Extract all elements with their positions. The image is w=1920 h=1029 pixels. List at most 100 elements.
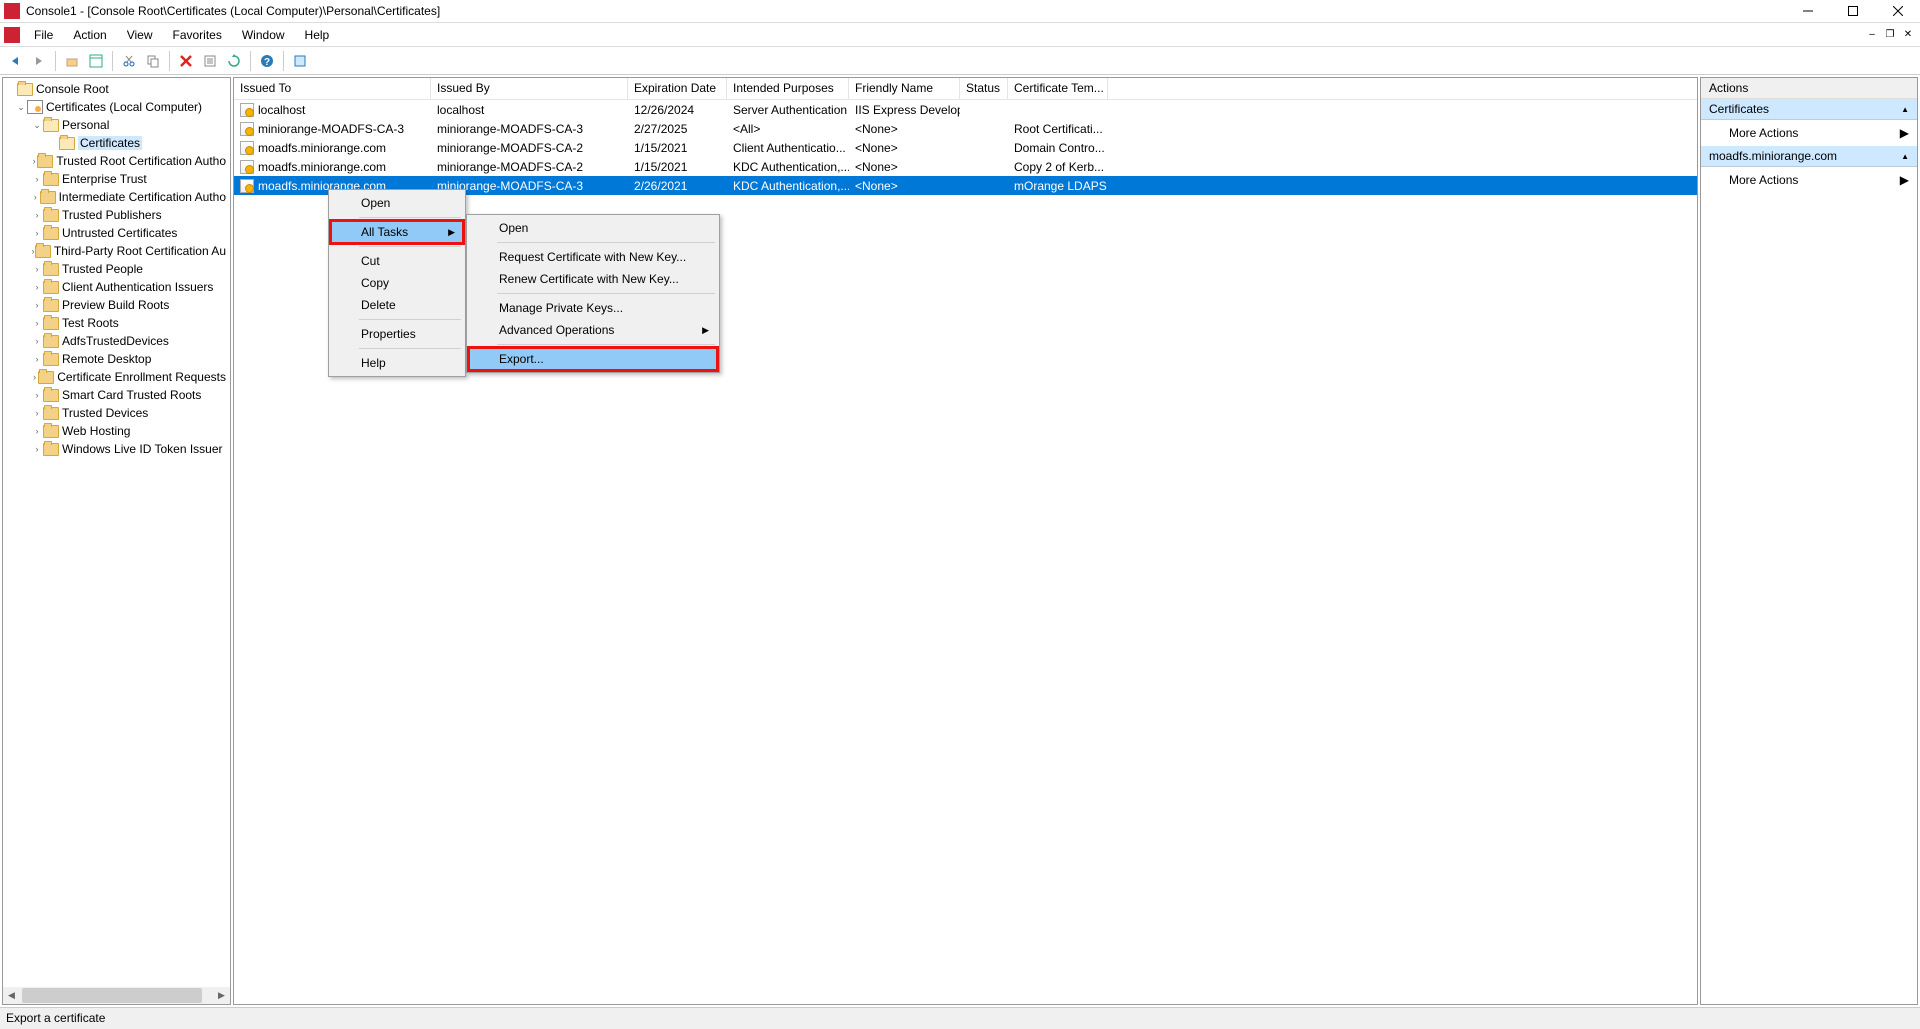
show-hide-button[interactable] [85,50,107,72]
actions-section-selected[interactable]: moadfs.miniorange.com▲ [1701,146,1917,167]
menu-favorites[interactable]: Favorites [163,26,232,44]
sm-export[interactable]: Export... [469,348,717,370]
cm-copy[interactable]: Copy [331,272,463,294]
actions-more-certificates[interactable]: More Actions▶ [1701,122,1917,144]
certificate-row[interactable]: moadfs.miniorange.comminiorange-MOADFS-C… [234,138,1697,157]
cell-purpose: KDC Authentication,... [733,179,849,193]
cell-friendly: <None> [855,122,898,136]
tree-item[interactable]: ›Web Hosting [3,422,230,440]
certificate-row[interactable]: miniorange-MOADFS-CA-3miniorange-MOADFS-… [234,119,1697,138]
collapse-icon: ▲ [1901,105,1909,114]
certificate-icon [240,179,254,193]
certificate-row[interactable]: moadfs.miniorange.comminiorange-MOADFS-C… [234,157,1697,176]
tree-certificates-local[interactable]: ⌄ Certificates (Local Computer) [3,98,230,116]
sm-request[interactable]: Request Certificate with New Key... [469,246,717,268]
tree-item[interactable]: ›Trusted People [3,260,230,278]
tree-label: Untrusted Certificates [62,226,177,240]
properties-button[interactable] [199,50,221,72]
cell-tmpl: mOrange LDAPS [1014,179,1107,193]
tree-pane[interactable]: Console Root ⌄ Certificates (Local Compu… [2,77,231,1005]
cell-tmpl: Copy 2 of Kerb... [1014,160,1104,174]
tree-item[interactable]: ›Certificate Enrollment Requests [3,368,230,386]
col-issued-by[interactable]: Issued By [431,78,628,99]
folder-icon [43,335,59,348]
tree-label: Test Roots [62,316,119,330]
maximize-button[interactable] [1830,0,1875,23]
tree-label: Preview Build Roots [62,298,169,312]
tree-personal[interactable]: ⌄ Personal [3,116,230,134]
tree-item[interactable]: ›Smart Card Trusted Roots [3,386,230,404]
context-menu: Open All Tasks▶ Cut Copy Delete Properti… [328,189,466,377]
cell-purpose: Client Authenticatio... [733,141,846,155]
refresh-button[interactable] [223,50,245,72]
cell-issued-by: localhost [437,103,484,117]
tree-item[interactable]: ›Test Roots [3,314,230,332]
col-expiration[interactable]: Expiration Date [628,78,727,99]
folder-icon [38,371,54,384]
cut-button[interactable] [118,50,140,72]
tree-item[interactable]: ›Client Authentication Issuers [3,278,230,296]
sm-open[interactable]: Open [469,217,717,239]
mdi-minimize-button[interactable]: – [1864,27,1880,43]
tree-item[interactable]: ›Trusted Devices [3,404,230,422]
folder-icon [43,353,59,366]
sm-manage[interactable]: Manage Private Keys... [469,297,717,319]
close-button[interactable] [1875,0,1920,23]
copy-button[interactable] [142,50,164,72]
forward-button[interactable] [28,50,50,72]
help-button[interactable]: ? [256,50,278,72]
horizontal-scrollbar[interactable]: ◀▶ [3,987,230,1004]
tree-item[interactable]: ›Windows Live ID Token Issuer [3,440,230,458]
cm-delete[interactable]: Delete [331,294,463,316]
actions-more-selected[interactable]: More Actions▶ [1701,169,1917,191]
cm-open[interactable]: Open [331,192,463,214]
menu-view[interactable]: View [117,26,163,44]
cm-cut[interactable]: Cut [331,250,463,272]
tree-item[interactable]: ›Untrusted Certificates [3,224,230,242]
sm-advanced[interactable]: Advanced Operations▶ [469,319,717,341]
menu-help[interactable]: Help [295,26,340,44]
delete-button[interactable] [175,50,197,72]
mdi-restore-button[interactable]: ❐ [1882,27,1898,43]
menu-file[interactable]: File [24,26,63,44]
tree-console-root[interactable]: Console Root [3,80,230,98]
tree-item[interactable]: ›Intermediate Certification Autho [3,188,230,206]
export-list-button[interactable] [289,50,311,72]
cm-properties[interactable]: Properties [331,323,463,345]
menu-action[interactable]: Action [63,26,116,44]
col-status[interactable]: Status [960,78,1008,99]
tree-item[interactable]: ›Enterprise Trust [3,170,230,188]
tree-item[interactable]: ›Trusted Publishers [3,206,230,224]
tree-label: Console Root [36,82,109,96]
sm-renew[interactable]: Renew Certificate with New Key... [469,268,717,290]
certificate-icon [240,103,254,117]
up-button[interactable] [61,50,83,72]
menubar: File Action View Favorites Window Help –… [0,23,1920,47]
col-friendly[interactable]: Friendly Name [849,78,960,99]
tree-item[interactable]: ›Third-Party Root Certification Au [3,242,230,260]
tree-item[interactable]: ›Remote Desktop [3,350,230,368]
tree-item[interactable]: ›AdfsTrustedDevices [3,332,230,350]
cm-all-tasks[interactable]: All Tasks▶ [331,221,463,243]
minimize-button[interactable] [1785,0,1830,23]
col-template[interactable]: Certificate Tem... [1008,78,1108,99]
cell-purpose: Server Authentication [733,103,847,117]
actions-section-certificates[interactable]: Certificates▲ [1701,99,1917,120]
folder-icon [43,299,59,312]
cell-exp: 12/26/2024 [634,103,694,117]
cell-friendly: <None> [855,179,898,193]
folder-icon [43,443,59,456]
col-purpose[interactable]: Intended Purposes [727,78,849,99]
menu-window[interactable]: Window [232,26,295,44]
cell-issued-to: moadfs.miniorange.com [258,141,386,155]
col-issued-to[interactable]: Issued To [234,78,431,99]
certificate-row[interactable]: localhostlocalhost12/26/2024Server Authe… [234,100,1697,119]
tree-certificates-node[interactable]: Certificates [3,134,230,152]
cm-help[interactable]: Help [331,352,463,374]
back-button[interactable] [4,50,26,72]
chevron-right-icon: ▶ [1900,173,1909,187]
tree-item[interactable]: ›Preview Build Roots [3,296,230,314]
cell-friendly: IIS Express Develop... [855,103,960,117]
tree-item[interactable]: ›Trusted Root Certification Autho [3,152,230,170]
mdi-close-button[interactable]: ✕ [1900,27,1916,43]
